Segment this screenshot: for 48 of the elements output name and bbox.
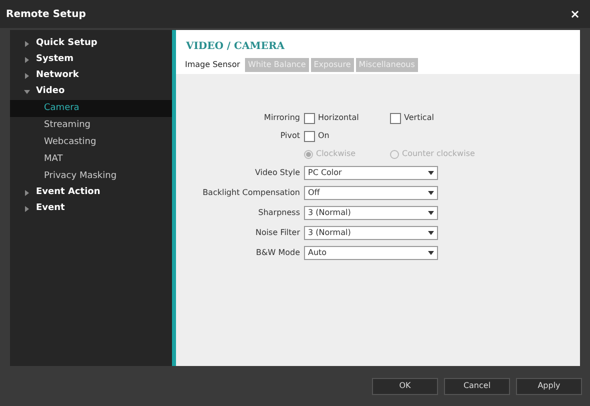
sidebar-item[interactable]: Event Action [10,185,172,201]
dropdown[interactable]: Off [304,186,438,200]
close-button[interactable]: × [566,5,584,23]
dropdown[interactable]: PC Color [304,166,438,180]
expanded-triangle-icon [24,89,30,95]
dropdown-arrow-icon [428,251,434,255]
dialog-button[interactable]: Cancel [444,378,510,394]
field-label: B&W Mode [255,247,301,259]
checkbox[interactable] [304,130,315,142]
sidebar-subitem[interactable]: Privacy Masking [10,168,172,185]
field-label: Pivot [279,130,301,142]
collapsed-triangle-icon [24,57,30,63]
checkbox-label: Vertical [404,112,434,124]
sidebar-subitem[interactable]: MAT [10,151,172,168]
dropdown-arrow-icon [428,211,434,215]
page-title: VIDEO / CAMERA [176,30,580,58]
dropdown[interactable]: 3 (Normal) [304,226,438,240]
field-label: Mirroring [263,112,301,124]
sidebar-item[interactable]: Network [10,68,172,84]
sidebar-subitem[interactable]: Streaming [10,117,172,134]
sidebar-item[interactable]: System [10,52,172,68]
dialog-button[interactable]: Apply [516,378,582,394]
dropdown[interactable]: 3 (Normal) [304,206,438,220]
dropdown-arrow-icon [428,191,434,195]
checkbox-label: Horizontal [318,112,359,124]
field-label: Backlight Compensation [202,187,301,199]
checkbox-label: On [318,130,330,142]
field-label: Sharpness [257,207,301,219]
field-label: Noise Filter [254,227,301,239]
dropdown-arrow-icon [428,171,434,175]
sidebar-subitem[interactable]: Webcasting [10,134,172,151]
window-title: Remote Setup [6,8,86,22]
sidebar-subitem[interactable]: Camera [10,100,172,117]
collapsed-triangle-icon [24,190,30,196]
radio-label: Counter clockwise [402,148,475,160]
collapsed-triangle-icon [24,41,30,47]
sidebar-item[interactable]: Quick Setup [10,36,172,52]
dropdown-arrow-icon [428,231,434,235]
checkbox[interactable] [304,112,315,124]
collapsed-triangle-icon [24,206,30,212]
sidebar-item[interactable]: Event [10,201,172,217]
radio-label: Clockwise [316,148,356,160]
field-label: Video Style [254,167,301,179]
dialog-button[interactable]: OK [372,378,438,394]
dropdown[interactable]: Auto [304,246,438,260]
collapsed-triangle-icon [24,73,30,79]
checkbox[interactable] [390,112,401,124]
sidebar-item[interactable]: Video [10,84,172,100]
